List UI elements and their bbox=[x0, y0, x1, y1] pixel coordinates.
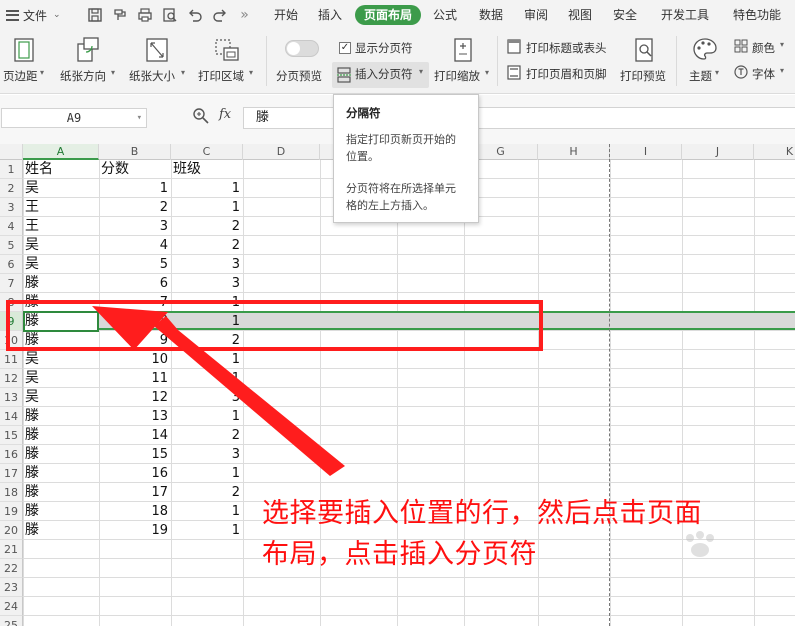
tooltip-line: 指定打印页新页开始的 bbox=[346, 133, 456, 146]
tooltip-line: 位置。 bbox=[346, 150, 379, 163]
tooltip-paragraph-1: 指定打印页新页开始的 位置。 bbox=[346, 131, 470, 165]
tooltip-paragraph-2: 分页符将在所选择单元 格的左上方插入。 bbox=[346, 180, 470, 214]
tooltip-line: 格的左上方插入。 bbox=[346, 199, 434, 212]
tooltip-title: 分隔符 bbox=[346, 106, 381, 120]
insert-page-break-tooltip: 分隔符 指定打印页新页开始的 位置。 分页符将在所选择单元 格的左上方插入。 bbox=[333, 94, 479, 223]
tooltip-line: 分页符将在所选择单元 bbox=[346, 182, 456, 195]
